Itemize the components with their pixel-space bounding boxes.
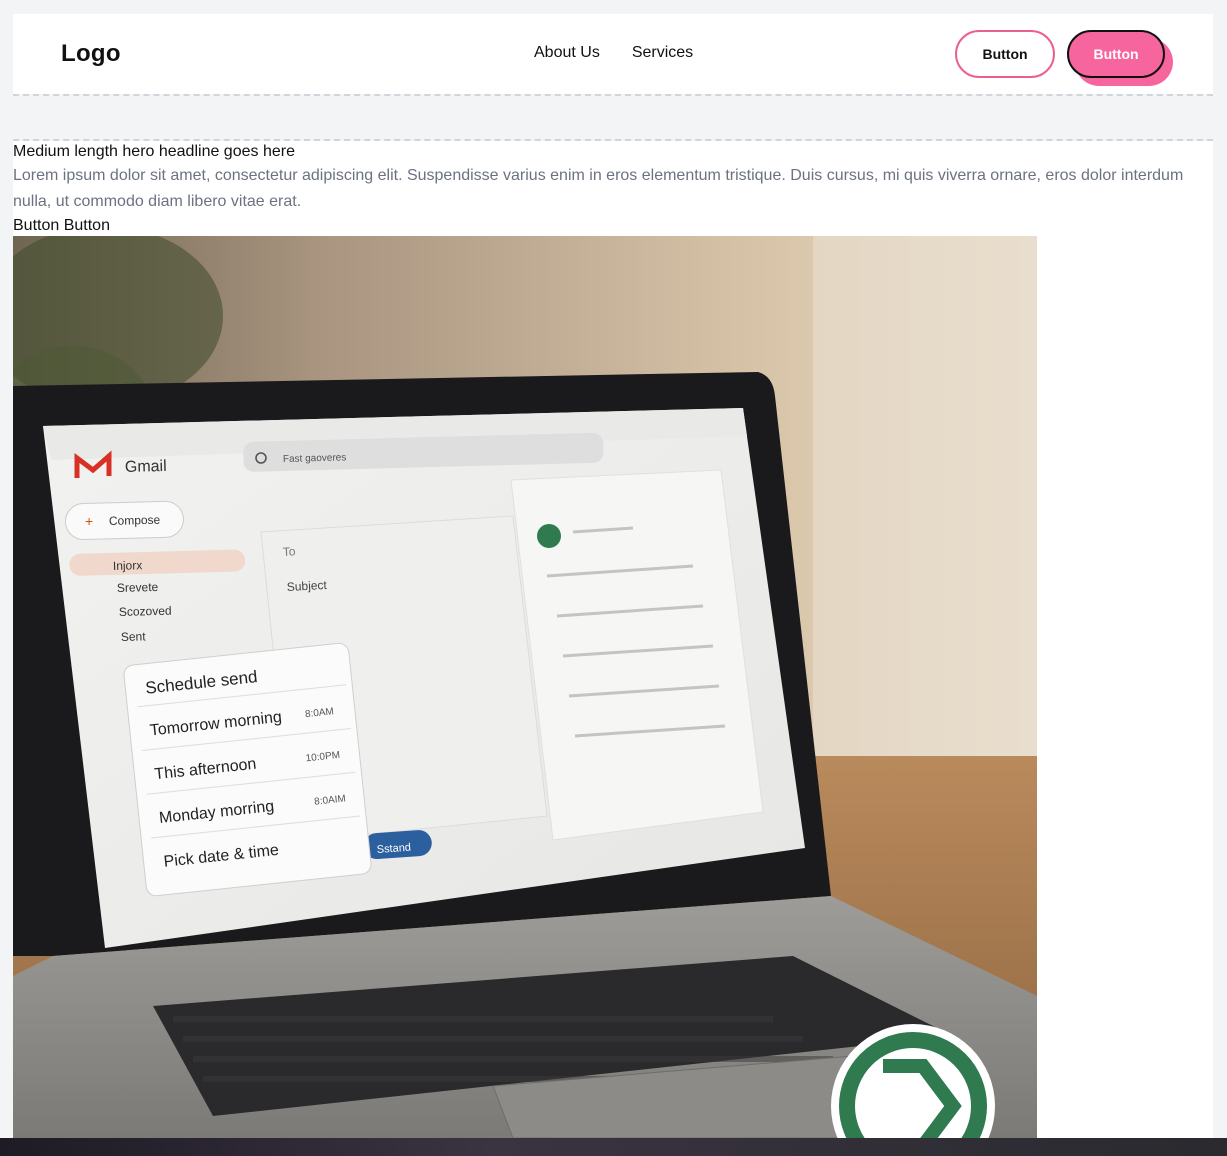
- sidebar-item-scheduled[interactable]: Scozoved: [119, 604, 172, 619]
- hero-section: Medium length hero headline goes here Lo…: [13, 142, 1213, 237]
- subject-field[interactable]: Subject: [286, 578, 327, 594]
- sidebar-item-inbox[interactable]: Injorx: [113, 558, 143, 573]
- navbar: Logo About Us Services Button Button: [13, 14, 1213, 94]
- sidebar-item-saved[interactable]: Srevete: [117, 580, 159, 595]
- openai-small-icon: [537, 524, 561, 548]
- logo[interactable]: Logo: [61, 40, 121, 68]
- placeholder-band: [13, 94, 1213, 141]
- hero-buttons[interactable]: Button Button: [13, 215, 1213, 237]
- hero-description: Lorem ipsum dolor sit amet, consectetur …: [13, 167, 1184, 210]
- nav-link-services[interactable]: Services: [632, 44, 693, 62]
- primary-button-wrap: Button: [1067, 30, 1173, 86]
- nav-links: About Us Services: [534, 44, 693, 62]
- bottom-strip: [0, 1138, 1227, 1156]
- page: Logo About Us Services Button Button Med…: [13, 14, 1213, 1138]
- compose-button[interactable]: Compose: [109, 513, 161, 528]
- gmail-title: Gmail: [125, 458, 167, 476]
- primary-button[interactable]: Button: [1067, 30, 1165, 78]
- compose-plus-icon: +: [85, 513, 93, 529]
- search-input[interactable]: Fast gaoveres: [283, 452, 347, 465]
- to-field[interactable]: To: [282, 544, 296, 559]
- schedule-send-popup: Schedule send Tomorrow morning 8:0AM Thi…: [123, 642, 372, 897]
- hero-image: Gmail Fast gaoveres + Compose Injorx Sre…: [13, 236, 1037, 1138]
- secondary-button[interactable]: Button: [955, 30, 1055, 78]
- laptop-photo: Gmail Fast gaoveres + Compose Injorx Sre…: [13, 236, 1037, 1138]
- sidebar-item-sent[interactable]: Sent: [121, 629, 147, 644]
- hero-headline: Medium length hero headline goes here: [13, 143, 295, 160]
- nav-link-about-us[interactable]: About Us: [534, 44, 600, 62]
- send-button[interactable]: Sstand: [376, 842, 411, 856]
